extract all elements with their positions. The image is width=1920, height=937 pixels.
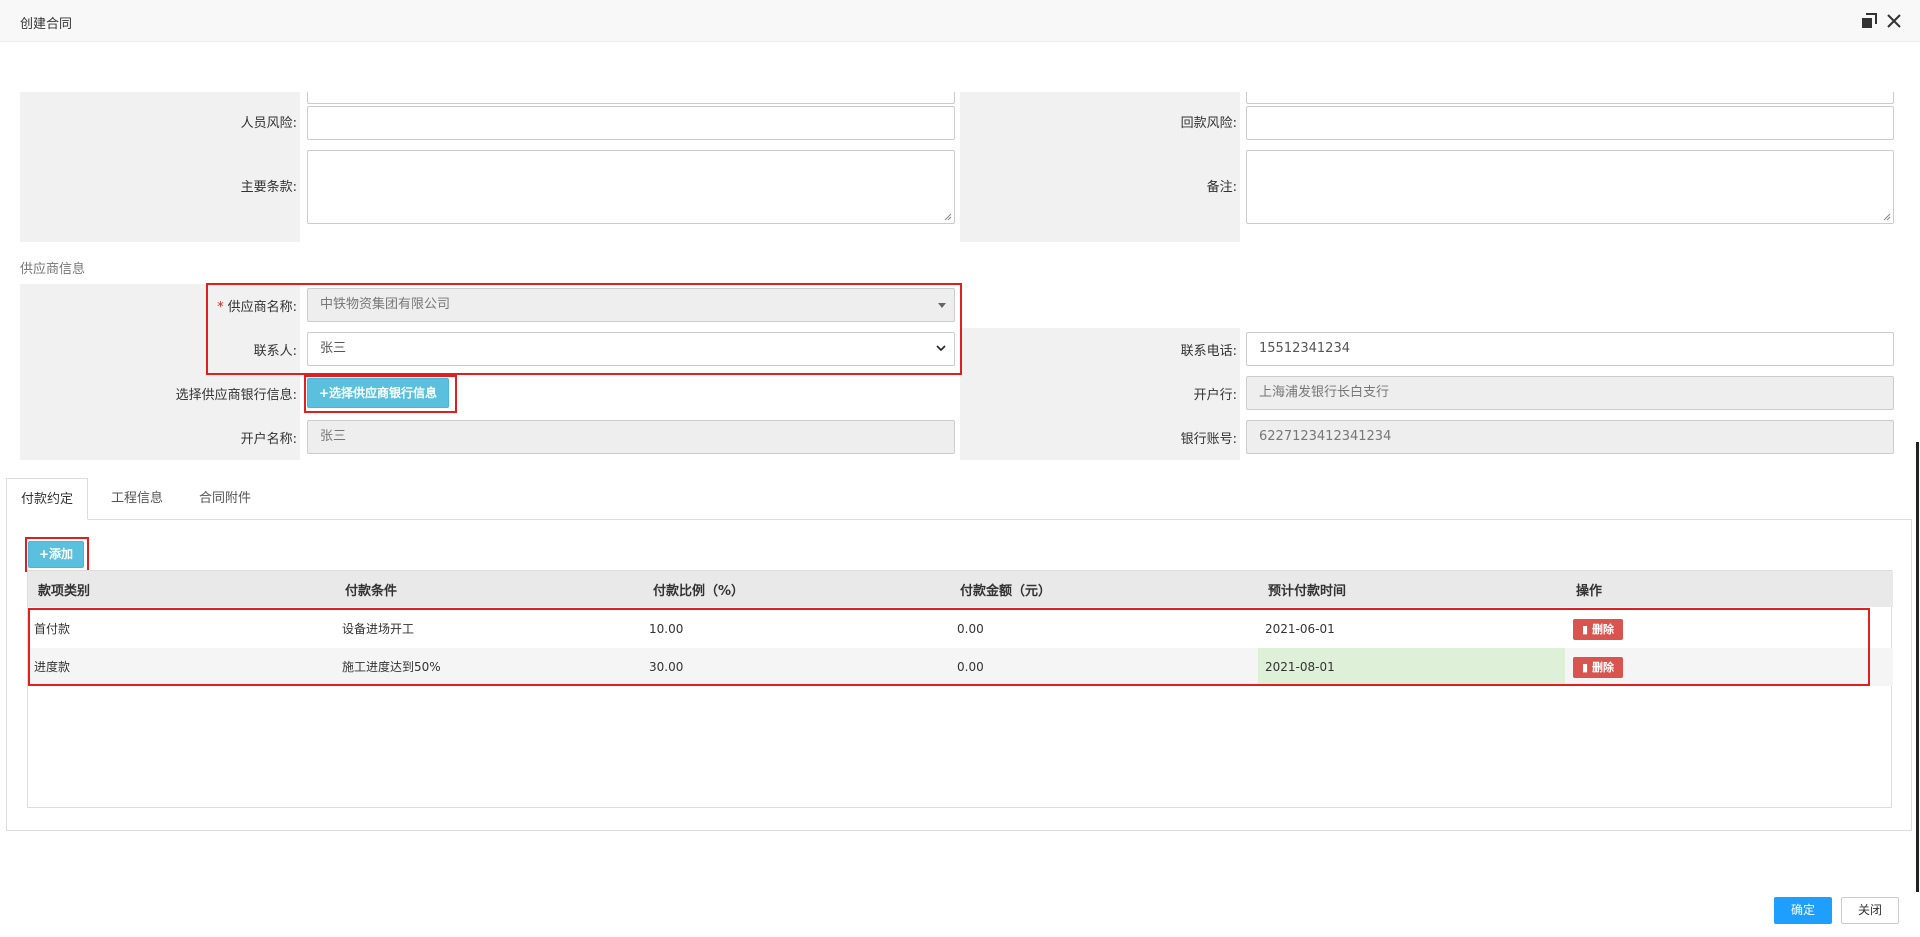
resize-handle-icon[interactable] <box>1883 213 1891 221</box>
tab-payment[interactable]: 付款约定 <box>6 478 88 520</box>
supplier-section-title: 供应商信息 <box>20 262 86 277</box>
main-terms-label: 主要条款: <box>240 180 297 195</box>
remarks-textarea[interactable] <box>1246 150 1894 224</box>
column-header[interactable]: 付款比例（%） <box>653 571 744 607</box>
main-terms-textarea[interactable] <box>307 150 955 224</box>
tab-bar: 付款约定 工程信息 合同附件 <box>6 478 1912 520</box>
dialog-title: 创建合同 <box>20 17 73 32</box>
highlight-supplier-box <box>206 283 962 375</box>
remarks-label: 备注: <box>1206 180 1237 195</box>
phone-label: 联系电话: <box>1180 344 1237 359</box>
personnel-risk-input[interactable] <box>307 106 955 140</box>
highlight-add-button-box <box>25 537 89 572</box>
tab-project[interactable]: 工程信息 <box>96 478 178 520</box>
account-no-input[interactable]: 6227123412341234 <box>1246 420 1894 454</box>
phone-input[interactable]: 15512341234 <box>1246 332 1894 366</box>
bank-label: 开户行: <box>1193 388 1237 403</box>
column-header[interactable]: 款项类别 <box>38 571 90 607</box>
personnel-risk-label: 人员风险: <box>240 116 297 131</box>
tab-attachments[interactable]: 合同附件 <box>184 478 266 520</box>
column-header[interactable]: 付款条件 <box>345 571 397 607</box>
restore-icon[interactable] <box>1860 12 1878 30</box>
receivable-risk-input[interactable] <box>1246 106 1894 140</box>
account-name-input[interactable]: 张三 <box>307 420 955 454</box>
dialog-titlebar: 创建合同 <box>0 0 1920 42</box>
partial-field-top-left[interactable] <box>307 92 955 104</box>
receivable-risk-label: 回款风险: <box>1180 116 1237 131</box>
close-icon[interactable] <box>1885 12 1903 30</box>
close-button[interactable]: 关闭 <box>1841 897 1899 924</box>
column-header[interactable]: 付款金额（元） <box>960 571 1051 607</box>
account-name-label: 开户名称: <box>240 432 297 447</box>
table-header: 款项类别 付款条件 付款比例（%） 付款金额（元） 预计付款时间 操作 <box>28 571 1893 607</box>
highlight-rows-box <box>28 608 1870 686</box>
payment-table: 款项类别 付款条件 付款比例（%） 付款金额（元） 预计付款时间 操作 首付款 … <box>27 570 1893 808</box>
column-header[interactable]: 操作 <box>1576 571 1602 607</box>
confirm-button[interactable]: 确定 <box>1774 897 1832 924</box>
partial-field-top-right[interactable] <box>1246 92 1894 104</box>
bank-input[interactable]: 上海浦发银行长白支行 <box>1246 376 1894 410</box>
resize-handle-icon[interactable] <box>944 213 952 221</box>
account-no-label: 银行账号: <box>1180 432 1237 447</box>
vertical-scrollbar[interactable] <box>1916 442 1919 892</box>
highlight-bank-button-box <box>304 375 457 413</box>
bank-select-label: 选择供应商银行信息: <box>175 388 297 403</box>
column-header[interactable]: 预计付款时间 <box>1268 571 1346 607</box>
